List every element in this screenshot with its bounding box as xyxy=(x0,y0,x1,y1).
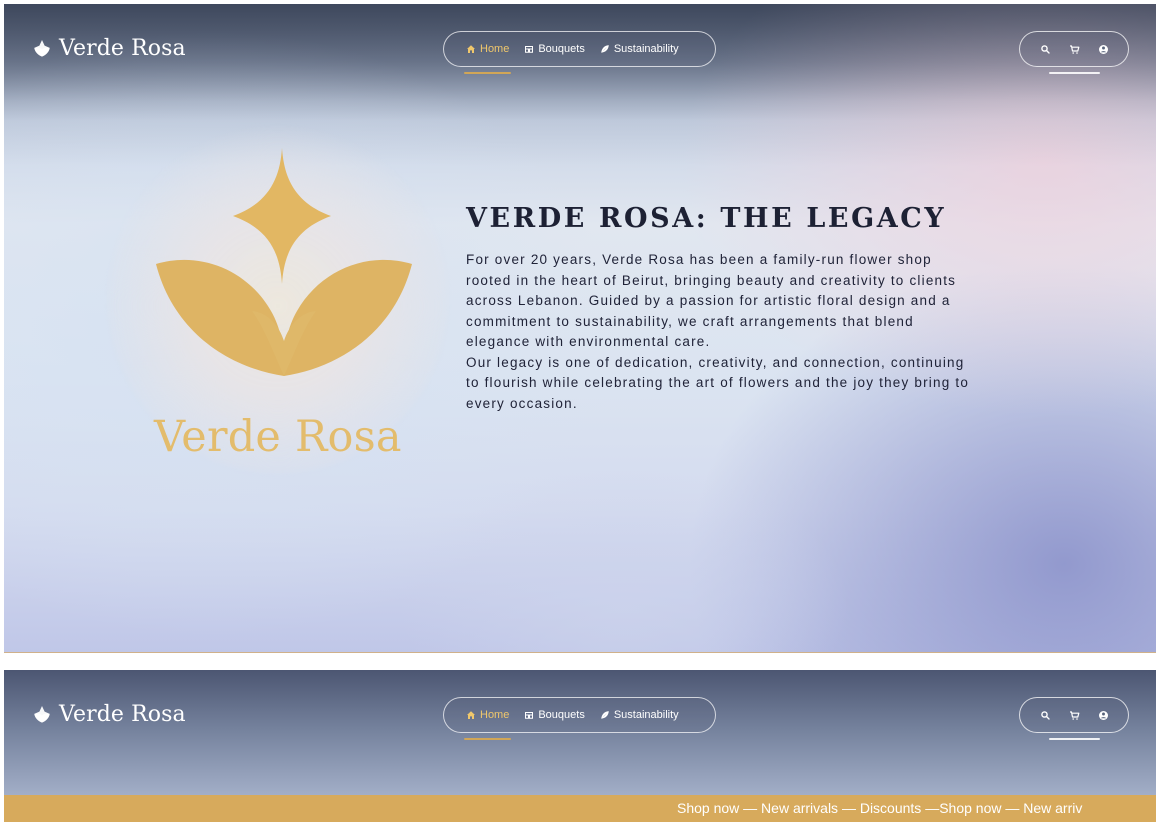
nav-sustainability-link[interactable]: Sustainability xyxy=(600,698,679,732)
hero-section: Verde Rosa Home Bouquets Sustainability xyxy=(4,4,1156,653)
promo-marquee[interactable]: Shop now — New arrivals — Discounts —Sho… xyxy=(4,795,1156,822)
nav-sustainability-label: Sustainability xyxy=(613,43,679,55)
cart-icon[interactable] xyxy=(1069,710,1080,721)
brand-name: Verde Rosa xyxy=(59,702,186,727)
nav-home-label: Home xyxy=(480,43,510,55)
nav-sustainability-label: Sustainability xyxy=(613,709,679,721)
home-icon xyxy=(466,44,476,54)
nav-home-link[interactable]: Home xyxy=(463,698,512,740)
promo-marquee-text: Shop now — New arrivals — Discounts —Sho… xyxy=(677,800,1083,816)
brand-logo[interactable]: Verde Rosa xyxy=(32,38,186,60)
user-icon[interactable] xyxy=(1098,710,1109,721)
legacy-content: VERDE ROSA: THE LEGACY For over 20 years… xyxy=(466,203,976,414)
legacy-paragraph-1: For over 20 years, Verde Rosa has been a… xyxy=(466,252,957,350)
search-icon[interactable] xyxy=(1040,710,1051,721)
gold-flower-logo-icon xyxy=(156,148,412,376)
main-navigation-pill: Home Bouquets Sustainability xyxy=(443,31,716,74)
brand-name: Verde Rosa xyxy=(59,36,186,61)
bouquet-icon xyxy=(524,710,534,720)
nav-bouquets-link[interactable]: Bouquets xyxy=(524,32,585,66)
user-icon[interactable] xyxy=(1098,44,1109,55)
nav-home-label: Home xyxy=(480,709,510,721)
utility-navigation-pill xyxy=(1019,697,1129,740)
legacy-paragraph-2: Our legacy is one of dedication, creativ… xyxy=(466,354,970,411)
bouquet-icon xyxy=(524,44,534,54)
logo-wordmark: Verde Rosa xyxy=(154,412,402,462)
repeated-navigation-section: Verde Rosa Home Bouquets Sustainability xyxy=(4,670,1156,822)
cart-icon[interactable] xyxy=(1069,44,1080,55)
utility-navigation-pill xyxy=(1019,31,1129,74)
leaf-icon xyxy=(600,710,610,720)
brand-logo[interactable]: Verde Rosa xyxy=(32,704,186,726)
leaf-icon xyxy=(600,44,610,54)
verde-rosa-logo-visual: Verde Rosa xyxy=(108,124,448,474)
search-icon[interactable] xyxy=(1040,44,1051,55)
top-navigation: Verde Rosa Home Bouquets Sustainability xyxy=(4,4,1156,94)
nav-home-link[interactable]: Home xyxy=(463,32,512,74)
repeated-top-navigation: Verde Rosa Home Bouquets Sustainability xyxy=(4,670,1156,760)
nav-bouquets-label: Bouquets xyxy=(538,709,585,721)
main-navigation-pill: Home Bouquets Sustainability xyxy=(443,697,716,740)
flower-logo-icon xyxy=(34,40,50,57)
flower-logo-icon xyxy=(34,706,50,723)
nav-bouquets-label: Bouquets xyxy=(538,43,585,55)
nav-bouquets-link[interactable]: Bouquets xyxy=(524,698,585,732)
home-icon xyxy=(466,710,476,720)
nav-sustainability-link[interactable]: Sustainability xyxy=(600,32,679,66)
legacy-title: VERDE ROSA: THE LEGACY xyxy=(466,203,947,234)
